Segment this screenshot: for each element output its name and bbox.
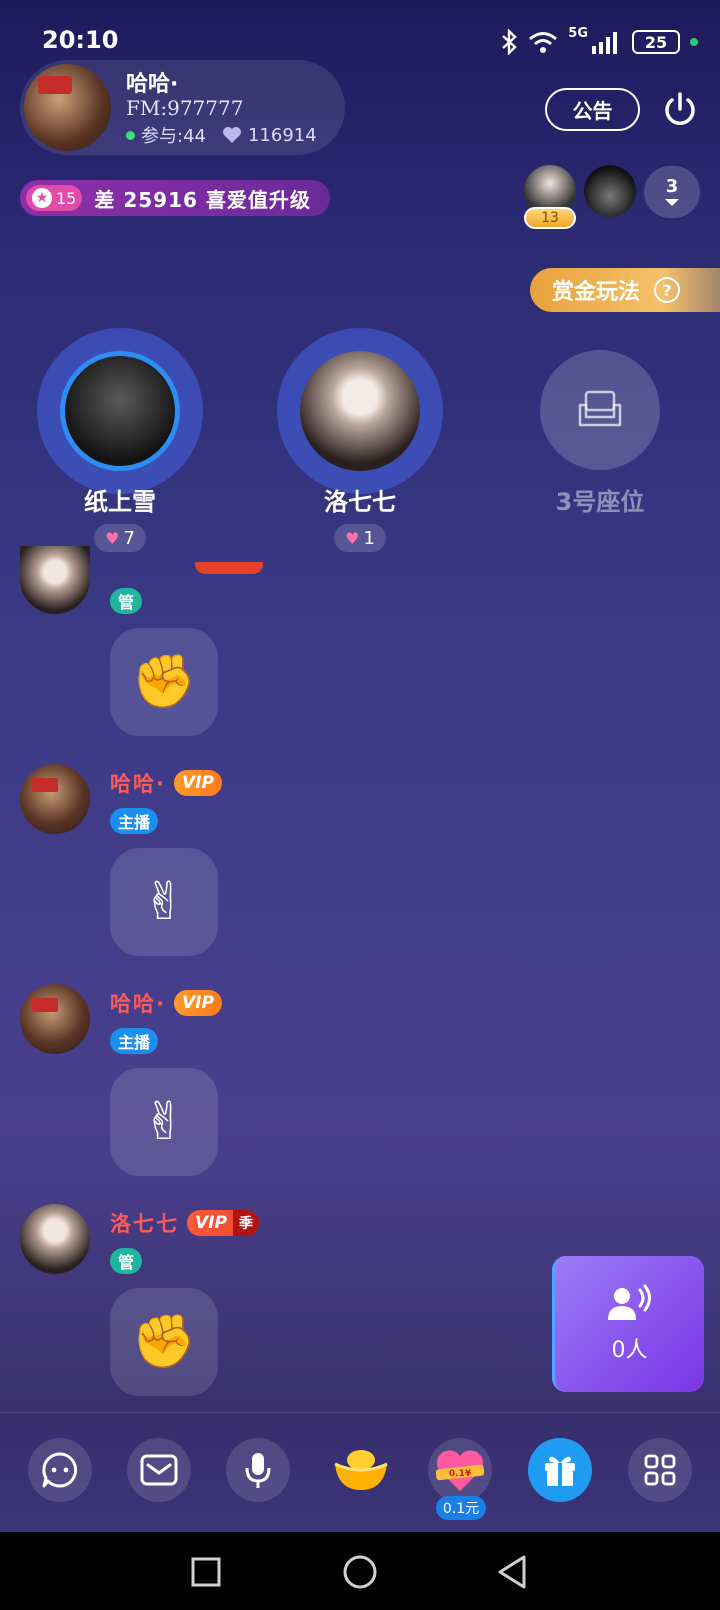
chat-username[interactable]: 洛七七 [110,1208,179,1238]
seat-name: 3号座位 [555,488,645,516]
home-icon[interactable] [342,1554,378,1590]
system-nav-bar [0,1532,720,1610]
vip-badge: VIP [173,990,222,1016]
signal-icon [592,32,617,54]
grid-icon [644,1454,676,1486]
notice-button[interactable]: 公告 [545,88,640,131]
chat-avatar[interactable] [20,546,90,614]
room-fm-id: FM:977777 [126,96,244,120]
gold-ingot-icon [334,1450,388,1490]
host-avatar[interactable] [24,64,111,151]
chat-bubble[interactable]: ✌ [110,1068,218,1176]
speaker-user-icon [607,1284,651,1320]
heart-icon [222,127,241,143]
chat-header: 哈哈· VIP [110,768,222,798]
chat-bubble[interactable]: ✌ [110,848,218,956]
heart-icon: ♥ [105,528,120,548]
sofa-icon [578,390,622,427]
seat-heart-count: ♥ 7 [94,524,146,552]
seat-name: 纸上雪 [84,488,156,516]
room-stats: 参与:44 116914 [126,122,317,148]
chat-header: 哈哈· VIP [110,988,222,1018]
seat-heart-count: ♥ 1 [334,524,386,552]
chat-bubble-icon [42,1452,78,1488]
online-dot-icon [126,130,135,140]
role-tag: 主播 [110,808,159,834]
heart-icon: ♥ [345,528,360,548]
privacy-dot [690,38,698,46]
chat-username[interactable]: 哈哈· [110,768,166,798]
like-count: 116914 [247,124,317,146]
help-icon[interactable]: ? [654,277,681,303]
mic-queue-count: 0人 [611,1338,648,1363]
back-icon[interactable] [496,1554,528,1590]
vip-badge [195,562,263,574]
vip-badge: VIP 季 [187,1210,259,1236]
level-upgrade-text: 差 25916 喜爱值升级 [94,187,311,212]
chat-avatar[interactable] [20,984,90,1054]
gold-ingot-button[interactable] [332,1446,390,1494]
seat-2[interactable] [277,328,443,494]
role-tag: 主播 [110,1028,159,1054]
seat-name: 洛七七 [324,488,396,516]
mic-queue-button[interactable]: 0人 [552,1256,704,1392]
message-button[interactable] [127,1438,191,1502]
chat-bubble[interactable]: ✊ [110,628,218,736]
chat-avatar[interactable] [20,764,90,834]
chat-avatar[interactable] [20,1204,90,1274]
chat-button[interactable] [28,1438,92,1502]
role-tag: 管 [110,588,143,614]
participant-count: 参与:44 [141,126,206,147]
star-icon: ★ [32,188,52,208]
envelope-icon [140,1454,178,1486]
chat-username[interactable]: 哈哈· [110,988,166,1018]
mic-button[interactable] [226,1438,290,1502]
level-progress-bar[interactable]: ★ 15 差 25916 喜爱值升级 [20,180,330,216]
seat-3-empty[interactable] [540,350,660,470]
audience-count: 3 [665,176,679,197]
status-time: 20:10 [42,26,119,54]
audience-count-button[interactable]: 3 [644,166,700,218]
bounty-game-button[interactable]: 赏金玩法 ? [530,268,720,312]
seat-avatar [60,351,180,471]
gift-button[interactable] [528,1438,592,1502]
svg-text:0.1¥: 0.1¥ [449,1469,472,1479]
host-card[interactable]: 哈哈· FM:977777 参与:44 116914 [20,60,345,155]
gift-price-tag: 0.1元 [436,1496,486,1520]
network-type: 5G [568,26,588,41]
chat-bubble[interactable]: ✊ [110,1288,218,1396]
season-badge: 季 [232,1210,259,1236]
audience-level-badge: 13 [524,207,576,229]
chevron-down-icon [665,199,679,206]
status-icons: 5G 25 [500,26,698,58]
more-apps-button[interactable] [628,1438,692,1502]
seat-1[interactable] [37,328,203,494]
level-badge: ★ 15 [26,185,83,211]
battery-indicator: 25 [632,30,680,54]
host-name: 哈哈· [126,72,179,97]
wifi-icon [529,32,558,53]
role-tag: 管 [110,1248,143,1274]
vip-badge: VIP [173,770,222,796]
seat-avatar [300,351,420,471]
heart-gift-icon: 0.1¥ [435,1450,485,1491]
level-number: 15 [56,188,77,208]
bounty-label: 赏金玩法 [552,280,641,305]
power-icon[interactable] [660,90,700,130]
heart-gift-button[interactable]: 0.1¥ [428,1438,492,1502]
audience-avatar[interactable] [584,165,636,217]
gift-icon [545,1456,575,1486]
microphone-icon [245,1453,271,1488]
recent-apps-icon[interactable] [190,1556,222,1588]
chat-header: 洛七七 VIP 季 [110,1208,259,1238]
bluetooth-icon [502,29,518,55]
